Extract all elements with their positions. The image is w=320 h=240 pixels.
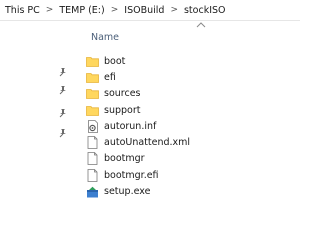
- document-icon: [86, 136, 99, 150]
- breadcrumb-separator-icon: >: [45, 5, 54, 15]
- file-name: autoUnattend.xml: [104, 137, 191, 149]
- breadcrumb-stockiso[interactable]: stockISO: [183, 5, 227, 16]
- column-header-row: Name: [0, 21, 300, 47]
- pin-icon: [59, 68, 66, 77]
- breadcrumb-separator-icon: >: [110, 5, 119, 15]
- setup-icon: [86, 185, 99, 198]
- file-name: support: [104, 104, 141, 116]
- document-icon: [86, 152, 99, 166]
- list-item-support[interactable]: support: [86, 102, 296, 118]
- file-name: setup.exe: [104, 186, 151, 198]
- breadcrumb-this-pc[interactable]: This PC: [4, 5, 41, 16]
- breadcrumb-temp-drive[interactable]: TEMP (E:): [58, 5, 105, 16]
- file-name: boot: [104, 55, 126, 67]
- list-item-bootmgr[interactable]: bootmgr: [86, 151, 296, 167]
- file-name: bootmgr.efi: [104, 169, 159, 181]
- list-item-sources[interactable]: sources: [86, 86, 296, 102]
- file-name: autorun.inf: [104, 120, 157, 132]
- sort-ascending-icon: [196, 22, 206, 28]
- breadcrumb-isobuild[interactable]: ISOBuild: [123, 5, 165, 16]
- settings-file-icon: [86, 119, 99, 133]
- list-item-autounattend-xml[interactable]: autoUnattend.xml: [86, 134, 296, 150]
- address-bar[interactable]: This PC > TEMP (E:) > ISOBuild > stockIS…: [0, 0, 300, 21]
- file-list: boot efi sources support autorun.inf aut…: [86, 53, 296, 200]
- list-item-bootmgr-efi[interactable]: bootmgr.efi: [86, 167, 296, 183]
- list-item-autorun-inf[interactable]: autorun.inf: [86, 118, 296, 134]
- document-icon: [86, 168, 99, 182]
- list-item-setup-exe[interactable]: setup.exe: [86, 183, 296, 199]
- folder-icon: [86, 104, 99, 117]
- file-name: bootmgr: [104, 153, 145, 165]
- pin-icon: [59, 129, 66, 138]
- breadcrumb-separator-icon: >: [170, 5, 178, 15]
- pin-icon: [59, 109, 66, 118]
- pin-icon: [59, 86, 66, 95]
- list-item-efi[interactable]: efi: [86, 69, 296, 85]
- column-header-name[interactable]: Name: [91, 32, 119, 43]
- folder-icon: [86, 87, 99, 100]
- file-name: efi: [104, 71, 116, 83]
- folder-icon: [86, 71, 99, 84]
- file-name: sources: [104, 88, 141, 100]
- folder-icon: [86, 55, 99, 68]
- list-item-boot[interactable]: boot: [86, 53, 296, 69]
